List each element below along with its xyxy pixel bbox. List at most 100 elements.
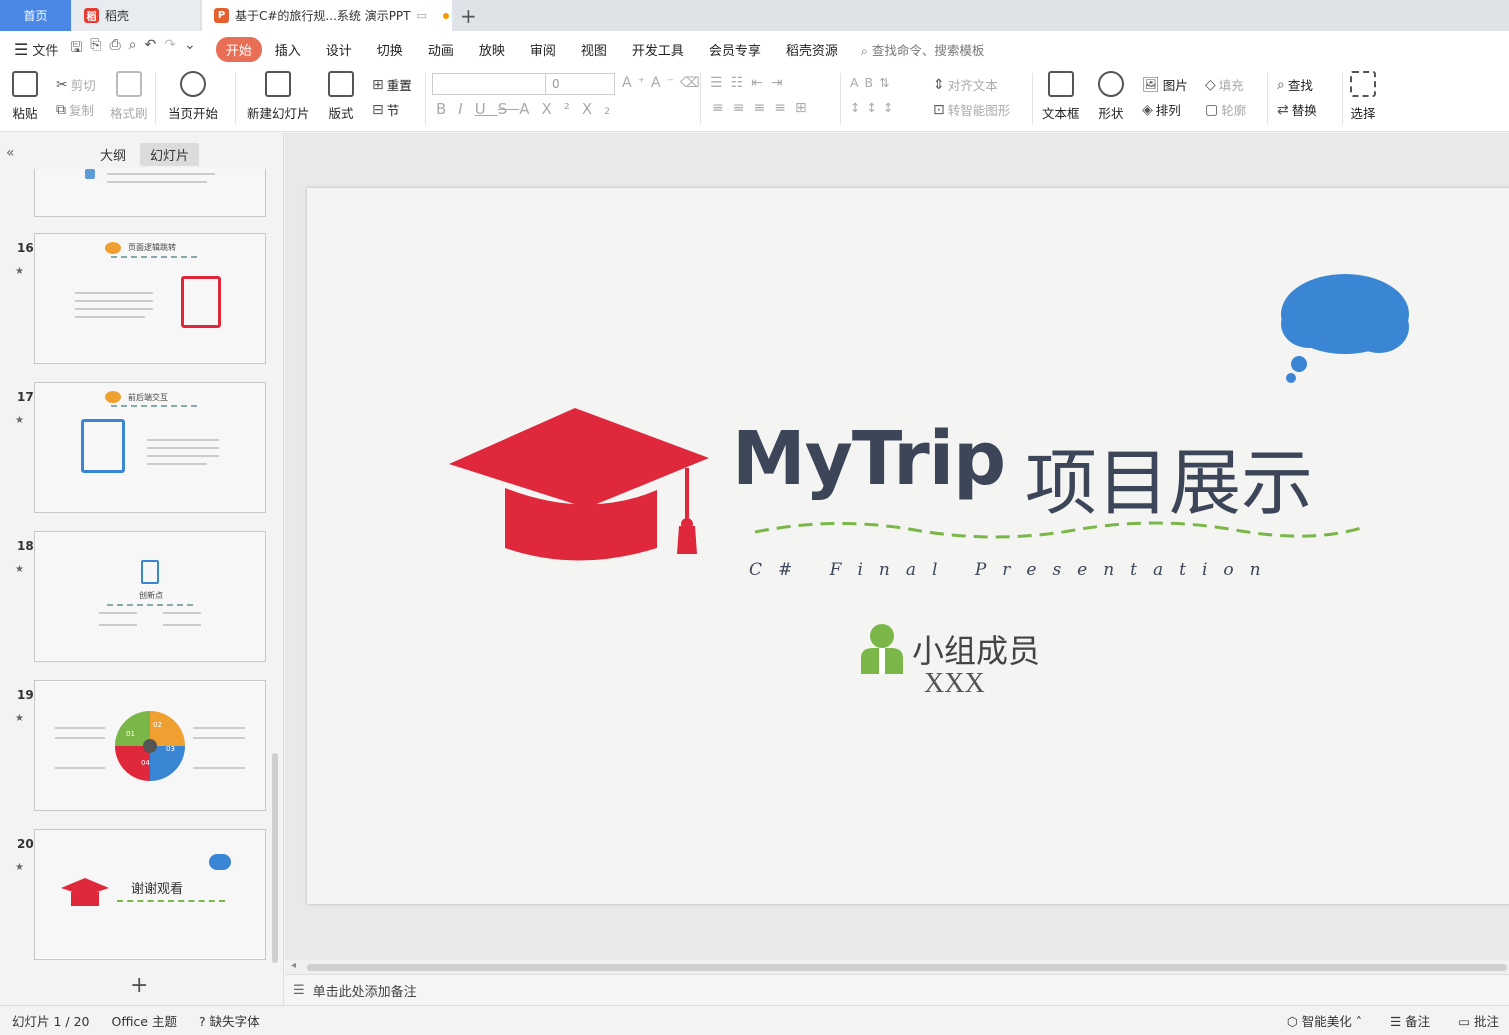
arrange-button[interactable]: ◈ 排列 [1142, 100, 1181, 119]
bold-icon[interactable]: B [436, 100, 458, 118]
slide-subtitle: C# Final Presentation [749, 560, 1277, 580]
menu-tab-transition[interactable]: 切换 [365, 37, 415, 62]
command-search[interactable]: ⌕ 查找命令、搜索模板 [861, 40, 985, 59]
paste-button[interactable]: 粘贴 [12, 71, 38, 122]
align-text-button[interactable]: ⇕ 对齐文本 [933, 75, 998, 94]
file-menu[interactable]: ☰ 文件 [14, 40, 58, 59]
font-color-icon[interactable]: A [519, 100, 541, 118]
monitor-icon[interactable]: ▭ [417, 9, 427, 22]
outline-button[interactable]: ▢ 轮廓 [1205, 100, 1246, 119]
copy-icon: ⧉ [56, 101, 66, 118]
comments-button[interactable]: ▭ 批注 [1458, 1011, 1499, 1030]
menu-tab-insert[interactable]: 插入 [263, 37, 313, 62]
slide-thumbnail[interactable]: 前后端交互 [34, 382, 266, 513]
replace-button[interactable]: ⇄ 替换 [1277, 100, 1317, 119]
save-icon[interactable]: 🖫 [70, 37, 82, 61]
slide-thumbnail[interactable]: 01 02 03 04 [34, 680, 266, 811]
smart-beautify-button[interactable]: ⬡ 智能美化 ˄ [1287, 1011, 1362, 1030]
layout-button[interactable]: 版式 [328, 71, 354, 122]
menu-tab-review[interactable]: 审阅 [518, 37, 568, 62]
subscript-icon[interactable]: X₂ [582, 100, 622, 118]
shape-button[interactable]: 形状 [1098, 71, 1124, 122]
menu-tab-view[interactable]: 视图 [569, 37, 619, 62]
format-painter-button[interactable]: 格式刷 [110, 71, 148, 122]
find-button[interactable]: ⌕ 查找 [1277, 75, 1313, 94]
tab-document[interactable]: P 基于C#的旅行规...系统 演示PPT ▭ [202, 0, 452, 31]
textbox-button[interactable]: 文本框 [1042, 71, 1080, 122]
tab-slides[interactable]: 幻灯片 [140, 143, 200, 166]
preview-icon[interactable]: ⌕ [129, 37, 137, 61]
strikethrough-icon[interactable]: S [498, 100, 520, 118]
new-tab-plus-icon[interactable]: + [460, 4, 477, 28]
align-left-icon[interactable]: ≡ [712, 100, 733, 116]
ppt-file-icon: P [214, 8, 229, 23]
font-grow-icon[interactable]: A⁺ [622, 75, 651, 91]
menu-tab-developer[interactable]: 开发工具 [620, 37, 696, 62]
picture-button[interactable]: 🖼 图片 [1142, 75, 1188, 94]
bullets-icon[interactable]: ☰ [710, 75, 731, 91]
scrollbar-thumb[interactable] [307, 964, 1507, 971]
smartart-button[interactable]: ⊡ 转智能图形 [933, 100, 1010, 119]
fill-button[interactable]: ◇ 填充 [1205, 75, 1244, 94]
start-from-current-button[interactable]: 当页开始 [168, 71, 218, 122]
paragraph-spacing-icon[interactable]: ↕ [866, 100, 882, 115]
menu-tab-slideshow[interactable]: 放映 [467, 37, 517, 62]
export-icon[interactable]: ⎘ [90, 37, 101, 61]
tab-daoke[interactable]: 稻 稻壳 [72, 0, 200, 31]
collapse-panel-icon[interactable]: « [6, 145, 15, 161]
align-right-icon[interactable]: ≡ [753, 100, 774, 116]
select-button[interactable]: 选择 [1350, 71, 1376, 122]
notes-toggle-button[interactable]: ☰ 备注 [1390, 1011, 1430, 1030]
tab-home[interactable]: 首页 [0, 0, 71, 31]
italic-icon[interactable]: I [458, 100, 474, 118]
new-slide-button[interactable]: 新建幻灯片 [247, 71, 310, 122]
tab-outline[interactable]: 大纲 [90, 143, 136, 166]
distribute-icon[interactable]: ⊞ [795, 100, 816, 116]
add-slide-plus-icon[interactable]: + [130, 973, 148, 998]
slide-thumbnail[interactable]: 页面逻辑跳转 [34, 233, 266, 364]
underline-icon[interactable]: U [475, 100, 498, 118]
missing-font-button[interactable]: ? 缺失字体 [199, 1011, 260, 1030]
text-direction-icon[interactable]: AB [850, 75, 879, 90]
cut-button[interactable]: ✂ 剪切 [56, 75, 96, 94]
indent-increase-icon[interactable]: ⇥ [771, 75, 791, 91]
redo-icon[interactable]: ↷ [164, 37, 176, 61]
play-icon [180, 71, 206, 97]
theme-name[interactable]: Office 主题 [112, 1011, 177, 1030]
indent-decrease-icon[interactable]: ⇤ [751, 75, 771, 91]
scroll-left-arrow-icon[interactable]: ◂ [291, 960, 296, 971]
menu-tab-daoke-resources[interactable]: 稻壳资源 [774, 37, 850, 62]
numbering-icon[interactable]: ☷ [731, 75, 752, 91]
justify-icon[interactable]: ≡ [774, 100, 795, 116]
eraser-icon[interactable]: ⌫ [680, 75, 706, 91]
menu-tab-start[interactable]: 开始 [215, 36, 262, 62]
menu-tab-member[interactable]: 会员专享 [697, 37, 773, 62]
font-shrink-icon[interactable]: A⁻ [651, 75, 680, 91]
copy-button[interactable]: ⧉ 复制 [56, 100, 94, 119]
align-center-icon[interactable]: ≡ [733, 100, 754, 116]
section-button[interactable]: ⊟ 节 [372, 100, 399, 119]
line-height-icon[interactable]: ↕ [883, 100, 899, 115]
undo-icon[interactable]: ↶ [145, 37, 157, 61]
reset-button[interactable]: ⊞ 重置 [372, 75, 412, 94]
font-family-select[interactable] [432, 73, 546, 95]
print-icon[interactable]: ⎙ [110, 37, 121, 61]
speech-bubble-icon [105, 391, 121, 403]
slide-canvas[interactable]: MyTrip 项目展示 C# Final Presentation 小组成员 X… [307, 188, 1509, 904]
superscript-icon[interactable]: X² [542, 100, 582, 118]
slide-thumbnail[interactable]: 谢谢观看 [34, 829, 266, 960]
sort-icon[interactable]: ⇅ [879, 75, 895, 90]
customize-chevron-icon[interactable]: ⌄ [184, 37, 196, 61]
line-spacing-icon[interactable]: ↕ [850, 100, 866, 115]
slide-thumbnail[interactable] [34, 169, 266, 217]
panel-scrollbar[interactable] [272, 753, 278, 963]
font-size-select[interactable]: 0 [545, 73, 615, 95]
file-menu-label: 文件 [32, 43, 59, 59]
replace-icon: ⇄ [1277, 101, 1289, 118]
notes-pane[interactable]: ☰ 单击此处添加备注 [285, 974, 1509, 1005]
horizontal-scrollbar[interactable]: ◂ [285, 960, 1509, 974]
slide-thumbnail[interactable]: 创新点 [34, 531, 266, 662]
menu-tab-animation[interactable]: 动画 [416, 37, 466, 62]
menu-tab-design[interactable]: 设计 [314, 37, 364, 62]
font-grow-shrink-group[interactable]: A⁺ A⁻ ⌫ [622, 75, 706, 91]
